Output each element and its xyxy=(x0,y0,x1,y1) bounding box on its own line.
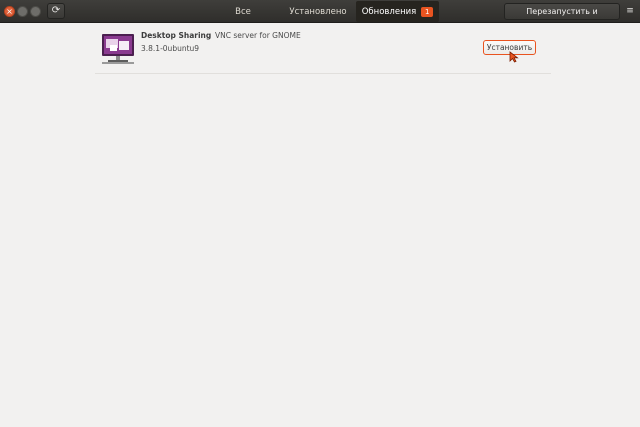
app-summary: VNC server for GNOME xyxy=(215,31,301,40)
menu-icon: ≡ xyxy=(626,6,634,16)
headerbar: × ⟳ Все Установлено Обновления 1 Перезап… xyxy=(0,0,640,31)
desktop-sharing-icon xyxy=(102,34,134,64)
refresh-button[interactable]: ⟳ xyxy=(47,3,65,19)
maximize-window-button[interactable] xyxy=(30,6,41,17)
mouse-pointer-icon xyxy=(509,51,519,63)
tab-installed-label: Установлено xyxy=(289,6,347,17)
app-version: 3.8.1-0ubuntu9 xyxy=(141,44,200,53)
tab-all-label: Все xyxy=(235,6,251,17)
update-row[interactable]: Desktop Sharing VNC server for GNOME 3.8… xyxy=(95,25,551,74)
refresh-icon: ⟳ xyxy=(51,5,61,16)
updates-count-badge: 1 xyxy=(421,6,434,17)
menu-button[interactable]: ≡ xyxy=(623,4,637,19)
app-name: Desktop Sharing xyxy=(141,31,212,40)
minimize-window-button[interactable] xyxy=(17,6,28,17)
tab-updates-label: Обновления xyxy=(361,6,417,17)
tab-installed[interactable]: Установлено xyxy=(280,1,356,22)
tab-updates[interactable]: Обновления 1 xyxy=(356,1,439,22)
close-icon: × xyxy=(6,6,13,16)
close-window-button[interactable]: × xyxy=(4,6,15,17)
tab-all[interactable]: Все xyxy=(206,1,280,22)
view-switcher: Все Установлено Обновления 1 xyxy=(206,1,439,22)
restart-and-install-button[interactable]: Перезапустить и установить xyxy=(504,3,620,31)
